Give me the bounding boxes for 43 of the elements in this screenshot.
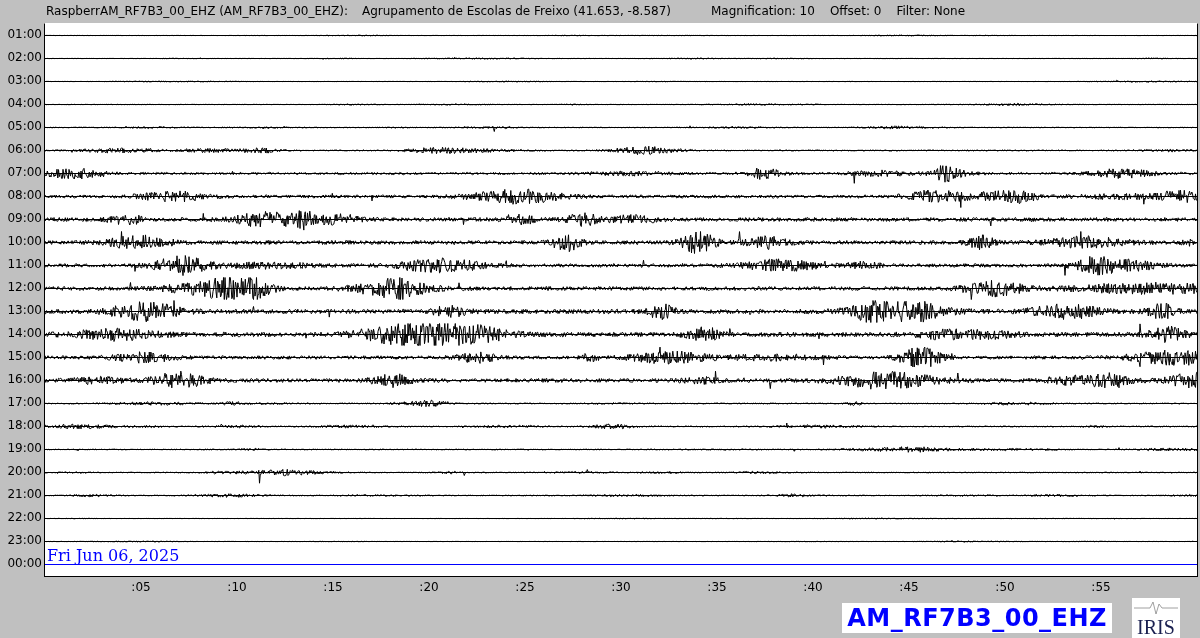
minute-tick-label: :30 [611, 578, 631, 596]
hour-label: 21:00 [6, 485, 43, 503]
offset-text: Offset: 0 [829, 4, 882, 19]
hour-label: 04:00 [6, 94, 43, 112]
minute-tick-label: :25 [515, 578, 535, 596]
minute-tick-label: :05 [131, 578, 151, 596]
minute-tick-label: :10 [227, 578, 247, 596]
hour-label: 12:00 [6, 278, 43, 296]
minute-tick-label: :15 [323, 578, 343, 596]
seismograph-logo: IRIS [1132, 598, 1180, 638]
hour-label: 11:00 [6, 255, 43, 273]
minute-tick-label: :45 [899, 578, 919, 596]
hour-label: 06:00 [6, 140, 43, 158]
hour-label: 14:00 [6, 324, 43, 342]
magnification-text: Magnification: 10 [711, 4, 815, 19]
hour-label: 01:00 [6, 25, 43, 43]
hour-label: 19:00 [6, 439, 43, 457]
station-title: RaspberrAM_RF7B3_00_EHZ (AM_RF7B3_00_EHZ): [46, 4, 348, 19]
hour-label: 08:00 [6, 186, 43, 204]
minute-tick-label: :40 [803, 578, 823, 596]
hour-label: 10:00 [6, 232, 43, 250]
hour-label: 17:00 [6, 393, 43, 411]
location-text: Agrupamento de Escolas de Freixo (41.653, -8.587) [362, 4, 671, 19]
hour-label: 13:00 [6, 301, 43, 319]
minute-tick-label: :20 [419, 578, 439, 596]
hour-label: 18:00 [6, 416, 43, 434]
hour-label: 00:00 [6, 554, 43, 572]
hour-label: 03:00 [6, 71, 43, 89]
channel-label: AM_RF7B3_00_EHZ [842, 603, 1112, 633]
filter-text: Filter: None [896, 4, 966, 19]
hour-label: 23:00 [6, 531, 43, 549]
minute-tick-label: :50 [995, 578, 1015, 596]
hour-label: 20:00 [6, 462, 43, 480]
date-text: Fri Jun 06, 2025 [47, 547, 180, 564]
hour-label: 15:00 [6, 347, 43, 365]
hour-label: 05:00 [6, 117, 43, 135]
hour-label: 09:00 [6, 209, 43, 227]
hour-label: 16:00 [6, 370, 43, 388]
hour-label: 02:00 [6, 48, 43, 66]
minute-tick-label: :35 [707, 578, 727, 596]
hour-label: 07:00 [6, 163, 43, 181]
hour-label: 22:00 [6, 508, 43, 526]
minute-tick-label: :55 [1091, 578, 1111, 596]
